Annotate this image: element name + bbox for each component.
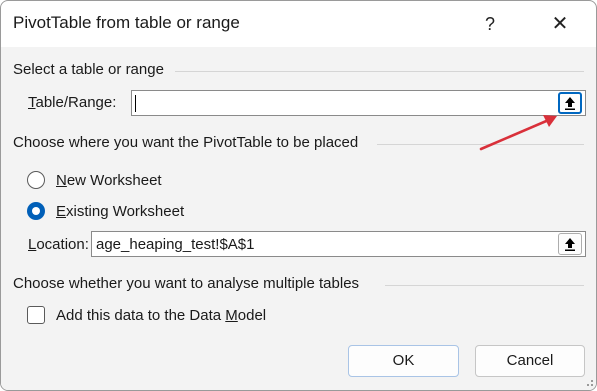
table-range-picker-button[interactable]	[558, 92, 582, 114]
new-worksheet-label-rest: ew Worksheet	[66, 172, 162, 189]
new-worksheet-accel: N	[56, 172, 67, 189]
location-label-rest: ocation:	[36, 236, 89, 253]
location-picker-button[interactable]	[558, 233, 582, 255]
dialog-titlebar: PivotTable from table or range ? ✕	[1, 1, 596, 47]
data-model-label-after: odel	[237, 307, 267, 324]
data-model-label-before: Add this data to the Data	[56, 307, 226, 324]
resize-grip-icon[interactable]	[583, 376, 595, 388]
data-model-label-accel: M	[225, 307, 238, 324]
new-worksheet-radio[interactable]	[27, 171, 45, 189]
existing-worksheet-accel: E	[56, 203, 67, 220]
location-label: Location:	[28, 236, 89, 253]
close-button[interactable]: ✕	[545, 11, 575, 37]
placement-heading: Choose where you want the PivotTable to …	[13, 134, 359, 151]
ok-button[interactable]: OK	[348, 345, 459, 377]
dialog-body: Select a table or range Table/Range: Cho…	[1, 47, 596, 390]
table-range-label-accel: T	[28, 94, 36, 111]
section-separator	[385, 285, 584, 286]
collapse-dialog-arrow-up-icon	[565, 238, 575, 251]
location-value: age_heaping_test!$A$1	[96, 236, 255, 253]
select-range-heading: Select a table or range	[13, 61, 164, 78]
dialog-title: PivotTable from table or range	[13, 13, 240, 32]
section-separator	[175, 71, 584, 72]
section-separator	[377, 144, 584, 145]
table-range-label: Table/Range:	[28, 94, 116, 111]
collapse-dialog-arrow-up-icon	[565, 97, 575, 110]
data-model-label[interactable]: Add this data to the Data Model	[56, 307, 266, 324]
pivottable-dialog: PivotTable from table or range ? ✕ Selec…	[0, 0, 597, 391]
help-button[interactable]: ?	[477, 11, 503, 37]
text-caret	[135, 95, 136, 112]
new-worksheet-label[interactable]: New Worksheet	[56, 172, 162, 189]
table-range-label-rest: able/Range:	[35, 94, 117, 111]
cancel-button[interactable]: Cancel	[475, 345, 585, 377]
multiple-tables-heading: Choose whether you want to analyse multi…	[13, 275, 360, 292]
existing-worksheet-label-rest: xisting Worksheet	[66, 203, 185, 220]
data-model-checkbox[interactable]	[27, 306, 45, 324]
location-input[interactable]: age_heaping_test!$A$1	[91, 231, 586, 257]
table-range-input[interactable]	[131, 90, 586, 116]
existing-worksheet-radio[interactable]	[27, 202, 45, 220]
existing-worksheet-label[interactable]: Existing Worksheet	[56, 203, 184, 220]
